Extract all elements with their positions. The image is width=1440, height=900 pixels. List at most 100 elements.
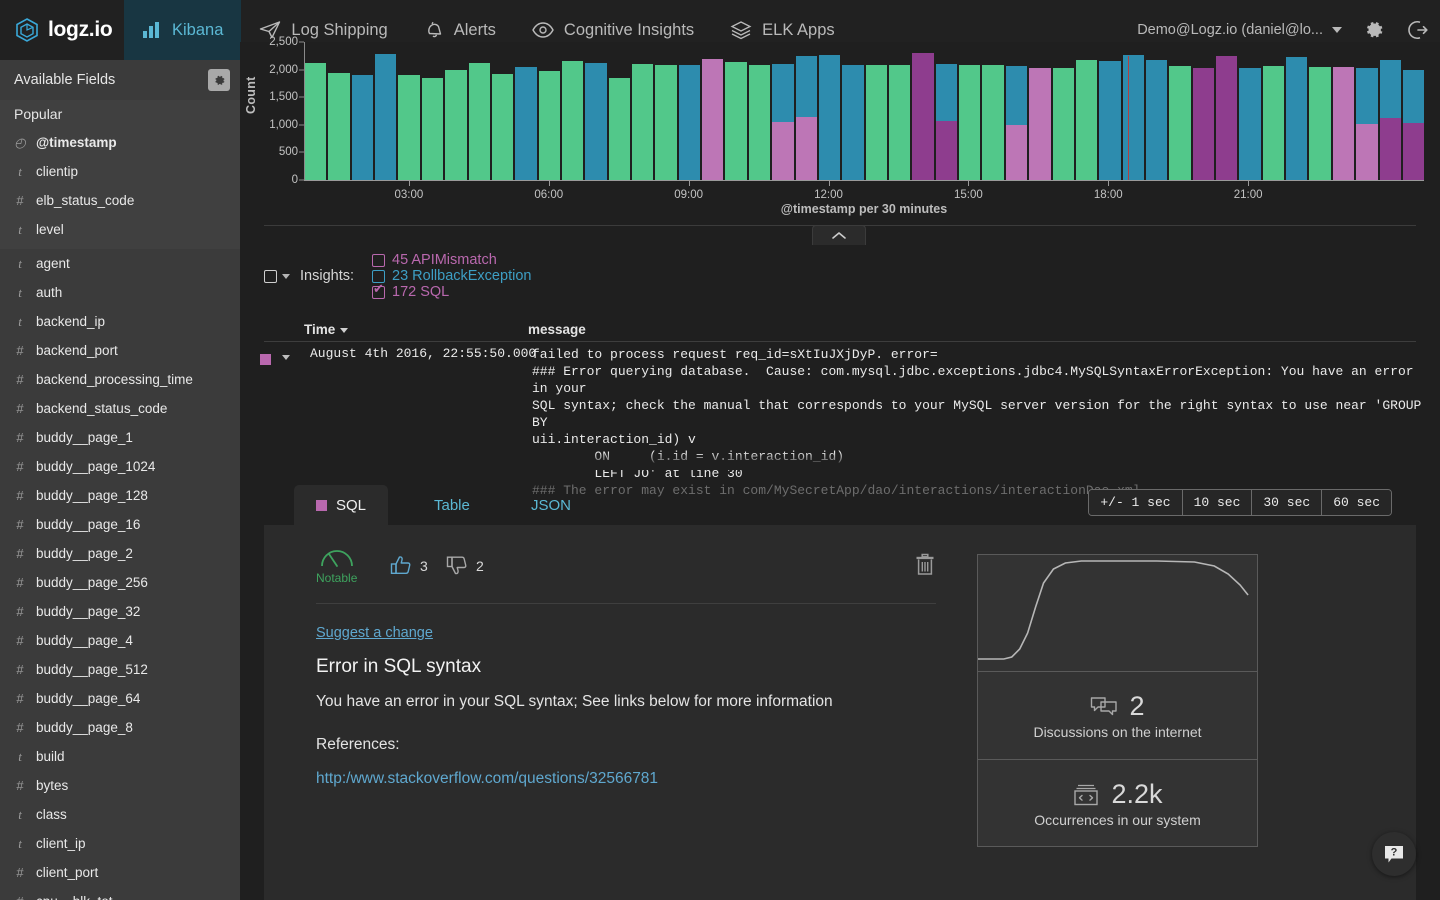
field-row[interactable]: t class <box>0 800 240 829</box>
chart-bar[interactable] <box>818 54 841 180</box>
chart-bar[interactable] <box>538 70 560 180</box>
column-header-message[interactable]: message <box>528 322 586 337</box>
chart-bar[interactable] <box>445 70 467 180</box>
chart-bar[interactable] <box>305 62 327 180</box>
chart-bar[interactable] <box>328 73 350 180</box>
field-row[interactable]: t agent <box>0 249 240 278</box>
field-row[interactable]: # buddy__page_64 <box>0 684 240 713</box>
chart-bar[interactable] <box>935 63 958 180</box>
chart-bar[interactable] <box>1099 61 1121 180</box>
collapse-chart-button[interactable] <box>812 225 866 245</box>
time-range-button[interactable]: 60 sec <box>1322 490 1391 515</box>
field-row[interactable]: # buddy__page_4 <box>0 626 240 655</box>
insight-chip-sql[interactable]: 172 SQL <box>372 282 531 300</box>
row-expand-caret-icon[interactable] <box>282 355 290 360</box>
field-row[interactable]: # buddy__page_8 <box>0 713 240 742</box>
field-row[interactable]: # buddy__page_2 <box>0 539 240 568</box>
sidebar-settings-button[interactable] <box>208 69 230 91</box>
chart-bar[interactable] <box>1005 66 1028 180</box>
insight-chip-apimismatch[interactable]: 45 APIMismatch <box>372 252 531 268</box>
chart-bar[interactable] <box>1169 66 1191 180</box>
nav-item-kibana[interactable]: Kibana <box>124 0 242 60</box>
insight-chip-rollbackexception[interactable]: 23 RollbackException <box>372 268 531 284</box>
time-range-button[interactable]: 30 sec <box>1252 490 1323 515</box>
chart-bar[interactable] <box>772 64 794 180</box>
chart-bar[interactable] <box>865 64 887 180</box>
chart-bar[interactable] <box>982 65 1004 180</box>
chart-bar[interactable] <box>1052 67 1074 180</box>
chart-bar[interactable] <box>1239 68 1261 180</box>
field-row[interactable]: # backend_port <box>0 336 240 365</box>
tab-json[interactable]: JSON <box>509 485 593 525</box>
field-row[interactable]: # buddy__page_16 <box>0 510 240 539</box>
field-row[interactable]: t auth <box>0 278 240 307</box>
insight-chip-checkbox[interactable] <box>372 282 385 299</box>
chart-bar[interactable] <box>1075 60 1098 180</box>
field-row[interactable]: t build <box>0 742 240 771</box>
chart-bar[interactable] <box>1356 68 1378 180</box>
chart-bar[interactable] <box>725 61 747 180</box>
help-button[interactable]: ? <box>1372 832 1416 876</box>
column-header-time[interactable]: Time <box>304 322 349 337</box>
chart-bar[interactable] <box>375 53 397 180</box>
field-row[interactable]: t level <box>0 215 240 244</box>
tab-sql[interactable]: SQL <box>294 485 389 525</box>
field-row[interactable]: # buddy__page_128 <box>0 481 240 510</box>
chart-bar[interactable] <box>351 74 374 180</box>
field-row[interactable]: # client_port <box>0 858 240 887</box>
field-row[interactable]: # buddy__page_32 <box>0 597 240 626</box>
downvote-button[interactable]: 2 <box>446 555 484 576</box>
chart-bar[interactable] <box>959 65 981 180</box>
suggest-a-change-link[interactable]: Suggest a change <box>316 625 433 641</box>
field-row[interactable]: # buddy__page_256 <box>0 568 240 597</box>
chart-bar[interactable] <box>468 62 490 180</box>
chart-bar[interactable] <box>515 67 537 180</box>
insights-select-all-checkbox[interactable] <box>264 269 277 283</box>
chart-bar[interactable] <box>1262 66 1285 180</box>
chart-bar[interactable] <box>491 73 514 180</box>
field-row[interactable]: # buddy__page_512 <box>0 655 240 684</box>
field-row[interactable]: # backend_processing_time <box>0 365 240 394</box>
chart-bar[interactable] <box>748 65 771 180</box>
field-row[interactable]: t client_ip <box>0 829 240 858</box>
field-row[interactable]: # backend_status_code <box>0 394 240 423</box>
chart-bar[interactable] <box>842 65 864 180</box>
notable-badge[interactable]: Notable <box>316 547 357 585</box>
chart-bar[interactable] <box>912 52 934 180</box>
chart-bar[interactable] <box>795 56 817 180</box>
chart-bar[interactable] <box>888 64 911 180</box>
upvote-button[interactable]: 3 <box>390 555 428 576</box>
chart-bar[interactable] <box>1216 56 1238 180</box>
chart-bar[interactable] <box>608 77 631 180</box>
field-row[interactable]: # elb_status_code <box>0 186 240 215</box>
chart-bar[interactable] <box>1145 59 1168 180</box>
user-account-menu[interactable]: Demo@Logz.io (daniel@lo... <box>1137 22 1352 38</box>
chart-bar[interactable] <box>1379 59 1401 180</box>
chart-bar[interactable] <box>1122 54 1144 180</box>
chart-bar[interactable] <box>1192 67 1215 180</box>
chart-bar[interactable] <box>1402 69 1425 180</box>
logzio-logo[interactable]: logz.io <box>0 0 124 60</box>
field-row[interactable]: ◴ @timestamp <box>0 128 240 157</box>
tab-table[interactable]: Table <box>412 485 492 525</box>
reference-link[interactable]: http:/www.stackoverflow.com/questions/32… <box>316 770 658 788</box>
chart-bar[interactable] <box>1309 67 1331 180</box>
chart-bar[interactable] <box>1029 67 1051 180</box>
chart-bar[interactable] <box>678 64 701 180</box>
time-range-button[interactable]: 10 sec <box>1182 490 1253 515</box>
chart-bar[interactable] <box>421 77 444 180</box>
time-range-button[interactable]: +/- 1 sec <box>1089 490 1183 515</box>
chart-bar[interactable] <box>1286 56 1308 180</box>
field-row[interactable]: t backend_ip <box>0 307 240 336</box>
field-row[interactable]: # bytes <box>0 771 240 800</box>
delete-button[interactable] <box>914 553 936 582</box>
insights-dropdown-caret-icon[interactable] <box>282 273 290 279</box>
chart-bar[interactable] <box>702 58 724 180</box>
field-row[interactable]: # buddy__page_1024 <box>0 452 240 481</box>
chart-bar[interactable] <box>398 74 420 180</box>
field-row[interactable]: # buddy__page_1 <box>0 423 240 452</box>
chart-bar[interactable] <box>585 62 607 180</box>
field-row[interactable]: # cpu__blk_tot <box>0 887 240 900</box>
insight-chip-checkbox[interactable] <box>372 253 385 267</box>
chart-bar[interactable] <box>1332 66 1355 180</box>
